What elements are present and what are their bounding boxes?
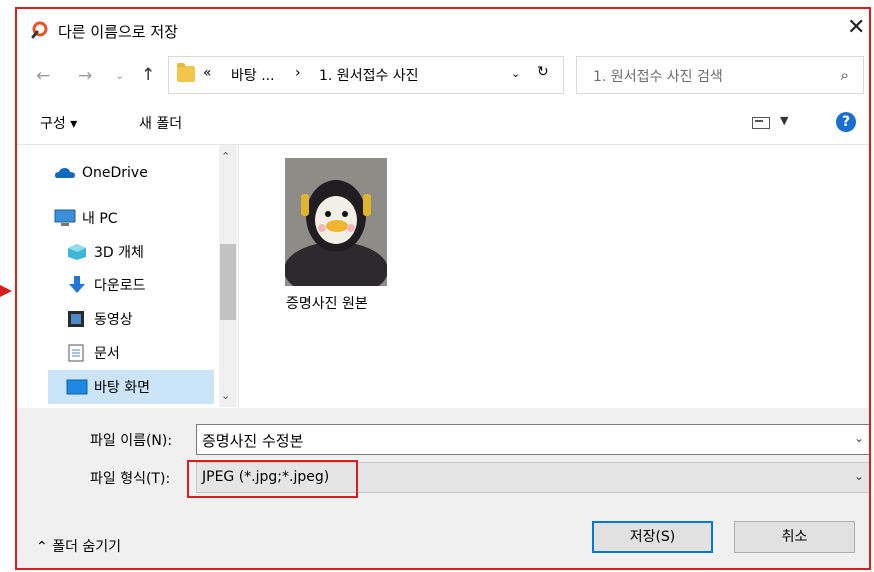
hide-folders-label: 폴더 숨기기 — [52, 539, 122, 555]
search-placeholder: 1. 원서접수 사진 검색 — [593, 69, 723, 85]
onedrive-icon — [55, 168, 75, 178]
recent-dropdown-icon[interactable]: ⌄ — [115, 69, 124, 82]
window-title: 다른 이름으로 저장 — [58, 23, 178, 41]
filetype-select[interactable]: JPEG (*.jpg;*.jpeg) ⌄ — [196, 462, 871, 493]
download-icon — [69, 276, 85, 293]
scroll-down-icon[interactable]: ⌄ — [221, 389, 230, 402]
cancel-button[interactable]: 취소 — [734, 521, 855, 553]
photo-thumbnail-icon — [285, 158, 387, 286]
new-folder-button[interactable]: 새 폴더 — [139, 113, 182, 133]
file-name-label[interactable]: 증명사진 원본 — [286, 293, 368, 313]
filename-label: 파일 이름(N): — [90, 433, 173, 449]
breadcrumb-overflow[interactable]: « — [203, 65, 212, 81]
filetype-value: JPEG (*.jpg;*.jpeg) — [202, 469, 330, 485]
sidebar-item-label: 3D 개체 — [94, 245, 144, 261]
sidebar-item-desktop[interactable]: 바탕 화면 — [66, 372, 150, 402]
sidebar-item-this-pc[interactable]: 내 PC — [54, 203, 118, 233]
back-arrow-icon[interactable]: ← — [36, 66, 50, 86]
filetype-label: 파일 형식(T): — [90, 471, 171, 487]
address-bar[interactable]: « 바탕 ... › 1. 원서접수 사진 ⌄ ↻ — [168, 56, 564, 94]
filename-value: 증명사진 수정본 — [202, 432, 304, 450]
sidebar-item-downloads[interactable]: 다운로드 — [66, 270, 146, 300]
search-icon[interactable]: ⌕ — [841, 66, 849, 84]
chevron-down-icon[interactable]: ⌄ — [854, 431, 864, 445]
video-icon — [68, 311, 84, 327]
app-logo-icon — [31, 21, 48, 39]
chevron-up-icon: ⌃ — [36, 539, 48, 555]
view-mode-icon[interactable] — [752, 117, 770, 129]
file-tile-thumbnail[interactable] — [285, 158, 387, 286]
sidebar-item-videos[interactable]: 동영상 — [66, 304, 133, 334]
pc-icon — [54, 209, 76, 226]
3d-objects-icon — [68, 244, 86, 260]
sidebar-item-label: 내 PC — [82, 211, 118, 227]
filename-field[interactable]: 증명사진 수정본 ⌄ — [196, 424, 871, 455]
save-button[interactable]: 저장(S) — [592, 521, 713, 553]
sidebar-item-label: 다운로드 — [94, 278, 146, 294]
up-arrow-icon[interactable]: ↑ — [141, 65, 155, 85]
chevron-down-icon[interactable]: ⌄ — [854, 469, 864, 483]
breadcrumb-desktop[interactable]: 바탕 ... — [231, 65, 275, 85]
search-input[interactable]: 1. 원서접수 사진 검색 ⌕ — [576, 56, 864, 94]
refresh-icon[interactable]: ↻ — [537, 64, 549, 80]
help-icon[interactable]: ? — [836, 112, 856, 132]
forward-arrow-icon[interactable]: → — [78, 66, 92, 86]
sidebar-item-onedrive[interactable]: OneDrive — [54, 158, 148, 188]
sidebar-scroll-thumb[interactable] — [220, 244, 236, 320]
desktop-icon — [66, 379, 88, 395]
sidebar-item-label: 바탕 화면 — [94, 380, 150, 396]
address-dropdown-icon[interactable]: ⌄ — [511, 67, 520, 80]
hide-folders-toggle[interactable]: ⌃ 폴더 숨기기 — [36, 536, 121, 556]
sidebar-item-3d-objects[interactable]: 3D 개체 — [66, 237, 144, 267]
view-dropdown-icon[interactable]: ▼ — [780, 114, 788, 127]
annotation-arrow-icon — [0, 285, 12, 297]
sidebar-item-label: 문서 — [94, 346, 120, 362]
folder-icon — [177, 63, 195, 82]
close-icon[interactable]: ✕ — [847, 17, 865, 39]
document-icon — [68, 344, 84, 362]
sidebar-item-label: OneDrive — [82, 165, 148, 181]
sidebar-item-documents[interactable]: 문서 — [66, 338, 120, 368]
breadcrumb-current-folder[interactable]: 1. 원서접수 사진 — [319, 65, 419, 85]
pane-divider — [238, 145, 239, 408]
breadcrumb-separator[interactable]: › — [295, 65, 301, 81]
organize-button[interactable]: 구성 ▾ — [40, 113, 77, 133]
sidebar-item-label: 동영상 — [94, 312, 133, 328]
scroll-up-icon[interactable]: ⌃ — [221, 150, 230, 163]
toolbar-divider — [17, 144, 869, 145]
